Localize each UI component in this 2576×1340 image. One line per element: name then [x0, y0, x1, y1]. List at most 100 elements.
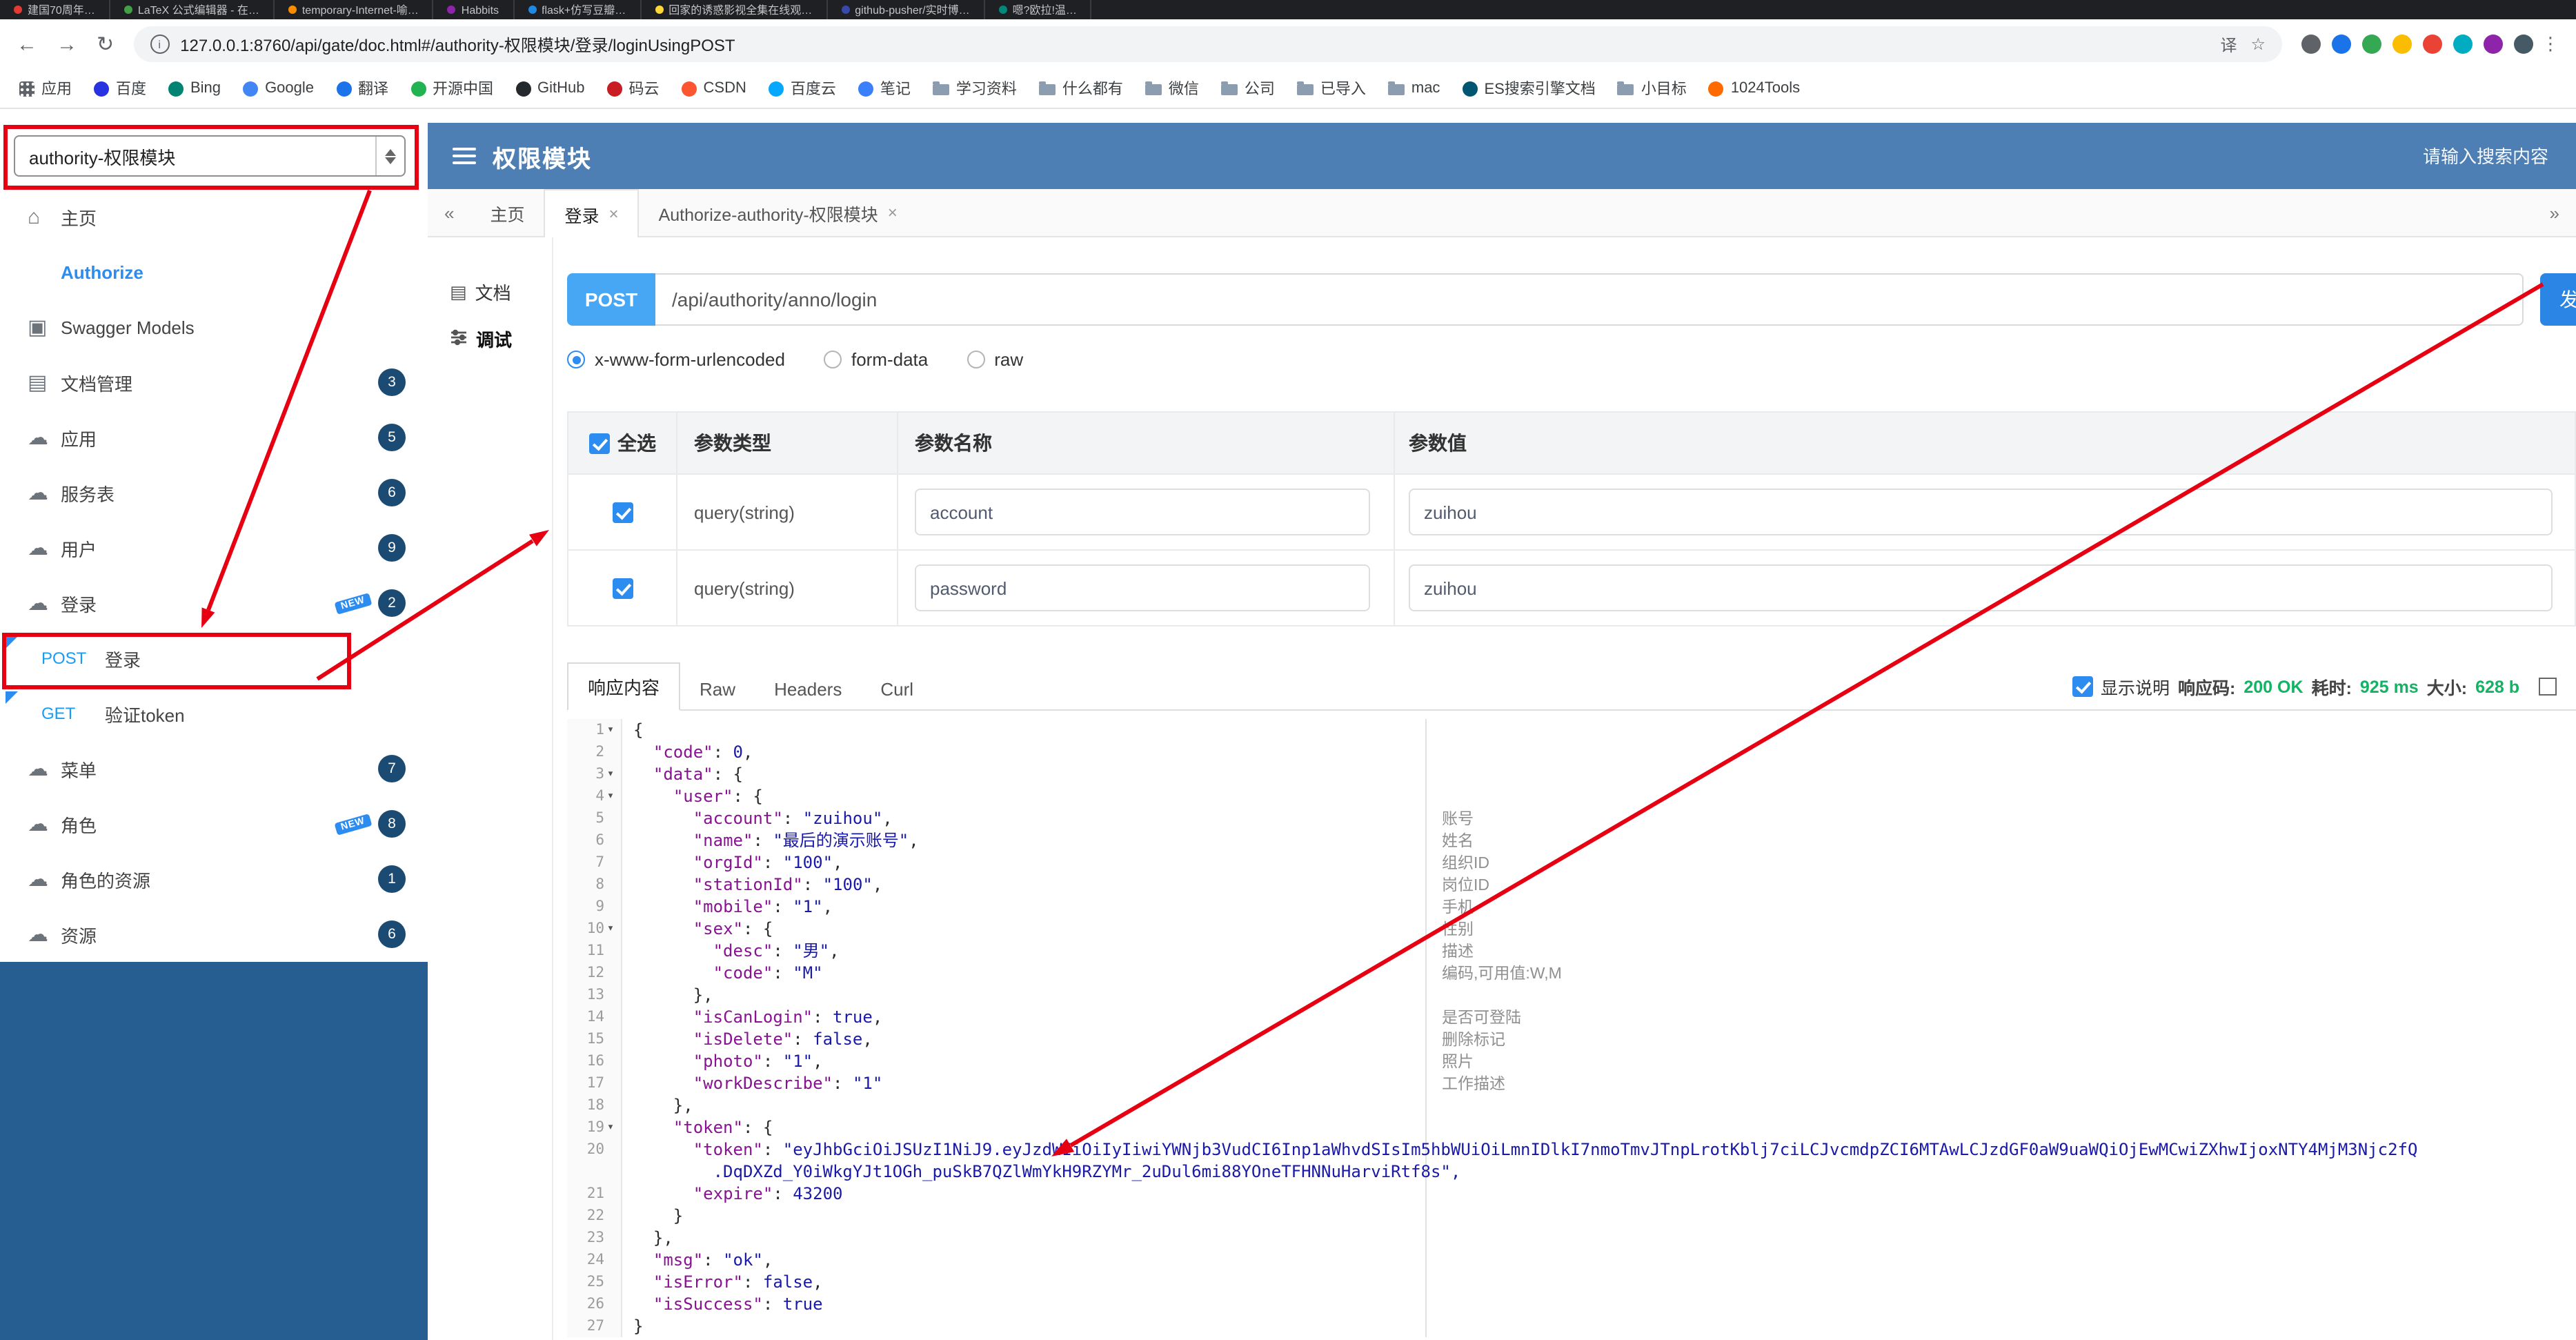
code-line: 17 "workDescribe": "1" 工作描述 — [567, 1072, 2576, 1094]
bookmark-item[interactable]: 已导入 — [1296, 77, 1366, 99]
bookmark-item[interactable]: 码云 — [606, 77, 660, 99]
browser-tab[interactable]: 回家的诱惑影视全集在线观… — [641, 0, 828, 19]
mini-sidebar: ▤ 文档 调试 — [428, 237, 553, 1340]
fullscreen-icon[interactable] — [2539, 678, 2557, 696]
extension-icon[interactable] — [2362, 35, 2381, 54]
browser-tab[interactable]: flask+仿写豆瓣… — [514, 0, 642, 19]
sidebar-item-role[interactable]: ☁ 角色 NEW 8 — [0, 796, 428, 851]
close-icon[interactable]: × — [888, 203, 898, 222]
row-checkbox[interactable] — [612, 502, 633, 522]
tab-home[interactable]: 主页 — [470, 189, 544, 236]
bookmark-item[interactable]: 微信 — [1145, 77, 1199, 99]
back-icon[interactable]: ← — [17, 34, 37, 55]
browser-menu-icon[interactable]: ⋮ — [2542, 33, 2559, 55]
browser-tab[interactable]: 嗯?欧拉!温… — [985, 0, 1092, 19]
sidebar-item-authorize[interactable]: Authorize — [0, 244, 428, 299]
sidebar-item-doc-manage[interactable]: ▤ 文档管理 3 — [0, 355, 428, 410]
tabs-scroll-left-icon[interactable]: « — [428, 189, 470, 236]
page-info-icon[interactable]: i — [150, 35, 170, 54]
bookmark-item[interactable]: 小目标 — [1617, 77, 1687, 99]
browser-tab[interactable]: Habbits — [434, 0, 515, 19]
browser-tab[interactable]: github-pusher/实时博… — [827, 0, 985, 19]
bookmark-item[interactable]: 百度 — [94, 77, 146, 99]
field-description: 岗位ID — [1442, 878, 1489, 894]
bookmark-item[interactable]: 开源中国 — [410, 77, 493, 99]
sidebar-item-service[interactable]: ☁ 服务表 6 — [0, 465, 428, 520]
bookmark-item[interactable]: Bing — [168, 80, 221, 97]
browser-tab[interactable]: LaTeX 公式编辑器 - 在… — [110, 0, 275, 19]
close-icon[interactable]: × — [609, 204, 619, 224]
extension-icon[interactable] — [2453, 35, 2473, 54]
select-all-checkbox[interactable] — [588, 433, 609, 453]
extension-icon[interactable] — [2514, 35, 2533, 54]
bookmark-item[interactable]: ES搜索引擎文档 — [1462, 77, 1596, 99]
bookmark-item[interactable]: 应用 — [19, 77, 72, 99]
extension-icon[interactable] — [2301, 35, 2321, 54]
sidebar-item-user[interactable]: ☁ 用户 9 — [0, 520, 428, 575]
bookmark-item[interactable]: Google — [243, 80, 314, 97]
bookmark-item[interactable]: mac — [1387, 80, 1440, 97]
bookmark-item[interactable]: CSDN — [681, 80, 746, 97]
translate-icon[interactable]: 译 — [2220, 32, 2237, 56]
response-tab-headers[interactable]: Headers — [755, 669, 861, 709]
browser-tab[interactable]: 建国70周年… — [0, 0, 110, 19]
response-tab-content[interactable]: 响应内容 — [567, 662, 681, 711]
extension-icon[interactable] — [2423, 35, 2442, 54]
bookmark-item[interactable]: 什么都有 — [1038, 77, 1123, 99]
bookmark-item[interactable]: 笔记 — [858, 77, 911, 99]
row-checkbox[interactable] — [612, 578, 633, 598]
bookmark-item[interactable]: 1024Tools — [1708, 80, 1800, 97]
bookmark-item[interactable]: 翻译 — [336, 77, 388, 99]
sidebar-item-verify-token-get[interactable]: GET 验证token — [0, 686, 428, 741]
header-search-input[interactable] — [2325, 144, 2551, 168]
address-bar[interactable]: i 127.0.0.1:8760/api/gate/doc.html#/auth… — [133, 26, 2282, 62]
extension-icon[interactable] — [2332, 35, 2351, 54]
radio-form-data[interactable]: form-data — [823, 349, 928, 370]
code-line: 20 "token": "eyJhbGciOiJSUzI1NiJ9.eyJzdW… — [567, 1139, 2576, 1161]
sidebar-item-menu[interactable]: ☁ 菜单 7 — [0, 741, 428, 796]
param-value-input[interactable] — [1409, 564, 2553, 611]
response-tab-curl[interactable]: Curl — [861, 669, 933, 709]
sidebar-item-home[interactable]: ⌂ 主页 — [0, 189, 428, 244]
line-number-gutter — [567, 1161, 622, 1183]
collapse-menu-icon[interactable] — [453, 148, 476, 164]
mini-nav-debug[interactable]: 调试 — [428, 315, 552, 362]
bookmark-star-icon[interactable]: ☆ — [2250, 35, 2266, 54]
sidebar-item-login[interactable]: ☁ 登录 NEW 2 — [0, 575, 428, 631]
extension-icon[interactable] — [2392, 35, 2412, 54]
line-number-gutter: 19 ▾ — [567, 1116, 622, 1139]
forward-icon[interactable]: → — [57, 34, 77, 55]
bookmark-item[interactable]: 公司 — [1220, 77, 1275, 99]
bookmark-icon — [1708, 81, 1724, 96]
param-name-input[interactable] — [915, 489, 1370, 535]
show-desc-checkbox[interactable] — [2072, 676, 2092, 697]
radio-x-www-form-urlencoded[interactable]: x-www-form-urlencoded — [567, 349, 785, 370]
tab-authorize-module[interactable]: Authorize-authority-权限模块 × — [640, 189, 917, 236]
response-code-editor[interactable]: 1 ▾ { 2 "code": 0, 3 ▾ "data": {4 ▾ "us… — [567, 719, 2576, 1337]
browser-tab[interactable]: temporary-Internet-喻… — [275, 0, 434, 19]
code-line: 8 "stationId": "100", 岗位ID — [567, 874, 2576, 896]
bookmark-icon — [1038, 81, 1056, 95]
mini-nav-doc[interactable]: ▤ 文档 — [428, 268, 552, 315]
radio-raw[interactable]: raw — [967, 349, 1023, 370]
tabs-scroll-right-icon[interactable]: » — [2533, 189, 2576, 236]
sidebar-item-login-post[interactable]: POST 登录 — [0, 631, 428, 686]
send-button[interactable]: 发送 — [2540, 273, 2576, 326]
param-name-input[interactable] — [915, 564, 1370, 611]
url-text[interactable]: 127.0.0.1:8760/api/gate/doc.html#/author… — [180, 32, 2206, 56]
request-url-input[interactable] — [655, 273, 2524, 326]
bookmark-item[interactable]: GitHub — [515, 80, 585, 97]
sidebar-item-swagger-models[interactable]: ▣ Swagger Models — [0, 299, 428, 355]
reload-icon[interactable]: ↻ — [97, 34, 114, 55]
extension-icon[interactable] — [2484, 35, 2503, 54]
sidebar-item-role-resource[interactable]: ☁ 角色的资源 1 — [0, 851, 428, 907]
sidebar-item-resource[interactable]: ☁ 资源 6 — [0, 907, 428, 962]
response-tab-raw[interactable]: Raw — [680, 669, 755, 709]
sidebar-item-app[interactable]: ☁ 应用 5 — [0, 410, 428, 465]
api-group-select[interactable]: authority-权限模块 — [14, 135, 406, 177]
bookmark-item[interactable]: 百度云 — [768, 77, 836, 99]
param-value-input[interactable] — [1409, 489, 2553, 535]
tab-login[interactable]: 登录 × — [544, 189, 640, 237]
bookmark-item[interactable]: 学习资料 — [932, 77, 1017, 99]
line-number-gutter: 20 — [567, 1139, 622, 1161]
